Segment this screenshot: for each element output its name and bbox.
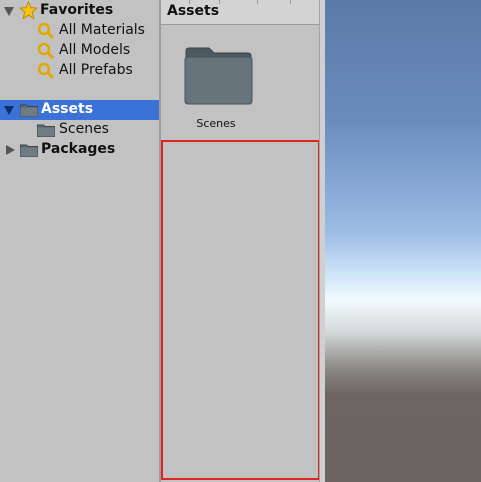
tree-item-assets[interactable]: Assets — [0, 100, 159, 120]
folder-label: Scenes — [196, 117, 236, 130]
tree-item-scenes[interactable]: Scenes — [0, 120, 159, 140]
asset-grid: Assets Scenes — [161, 0, 320, 482]
folder-icon — [37, 124, 55, 137]
tree-label: All Materials — [59, 22, 145, 38]
breadcrumb: Assets — [161, 0, 319, 25]
tree-item-all-prefabs[interactable]: All Prefabs — [0, 61, 159, 81]
tree-item-favorites[interactable]: Favorites — [0, 1, 159, 21]
tree-label: Assets — [41, 101, 94, 117]
project-tree: Favorites All Materials All Models All P… — [0, 0, 159, 482]
header-divider — [290, 0, 291, 4]
tree-label: All Prefabs — [59, 62, 133, 78]
header-divider — [189, 0, 190, 4]
header-divider — [257, 0, 258, 4]
tree-label: Scenes — [59, 121, 109, 137]
search-icon — [37, 62, 55, 80]
folder-icon — [20, 104, 38, 117]
folder-icon — [184, 47, 253, 105]
header-divider — [219, 0, 220, 4]
search-icon — [37, 22, 55, 40]
tree-item-all-materials[interactable]: All Materials — [0, 21, 159, 41]
star-icon — [19, 1, 38, 20]
tree-label: Favorites — [40, 2, 114, 18]
expand-arrow-icon[interactable] — [4, 7, 14, 16]
expand-arrow-icon[interactable] — [6, 145, 15, 155]
search-icon — [37, 42, 55, 60]
scene-view[interactable] — [325, 0, 481, 482]
tree-label: All Models — [59, 42, 131, 58]
tree-item-packages[interactable]: Packages — [0, 140, 159, 160]
drop-zone-highlight[interactable] — [161, 140, 320, 480]
folder-icon — [20, 144, 38, 157]
expand-arrow-icon[interactable] — [4, 106, 14, 115]
tree-label: Packages — [41, 141, 116, 157]
tree-item-all-models[interactable]: All Models — [0, 41, 159, 61]
breadcrumb-assets[interactable]: Assets — [167, 3, 219, 19]
